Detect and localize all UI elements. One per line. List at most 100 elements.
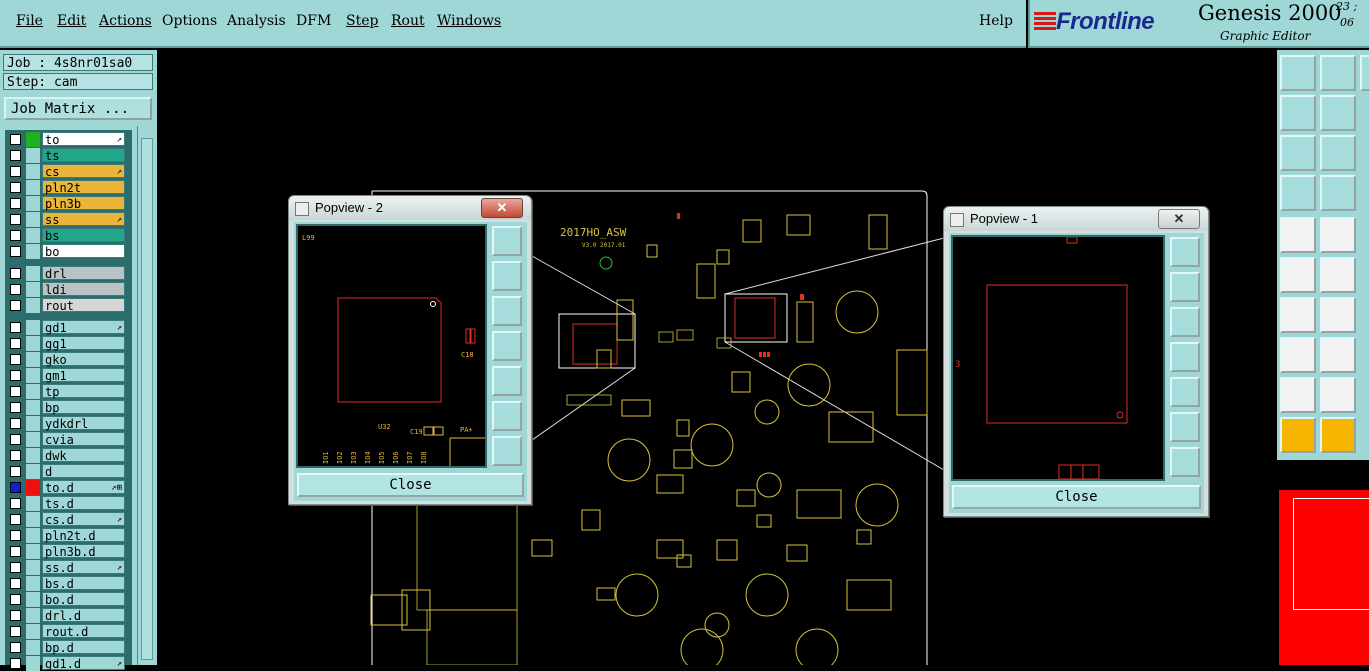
layer-name[interactable]: bs.d [42, 576, 125, 591]
line-tool-icon[interactable] [1320, 217, 1356, 253]
layer-checkbox[interactable] [10, 466, 21, 477]
menu-rout[interactable]: Rout [391, 13, 425, 29]
layer-checkbox[interactable] [10, 386, 21, 397]
layer-name[interactable]: tp [42, 384, 125, 399]
pan-down-icon[interactable] [1320, 55, 1356, 91]
layer-row-gm1[interactable]: gm1 [7, 368, 129, 383]
layer-row-pln3b-d[interactable]: pln3b.d [7, 544, 129, 559]
pad-icon[interactable] [1280, 337, 1316, 373]
layer-checkbox[interactable] [10, 626, 21, 637]
zoom-fit-icon[interactable] [1170, 237, 1200, 267]
layer-color-swatch[interactable] [26, 352, 40, 367]
layer-color-swatch[interactable] [26, 576, 40, 591]
layer-checkbox[interactable] [10, 370, 21, 381]
layer-color-swatch[interactable] [26, 212, 40, 227]
layer-name[interactable]: to.d ↗⊞ [42, 480, 125, 495]
layer-color-swatch[interactable] [26, 496, 40, 511]
zoom-out-icon[interactable] [1170, 447, 1200, 477]
layer-checkbox[interactable] [10, 402, 21, 413]
layer-row-rout-d[interactable]: rout.d [7, 624, 129, 639]
layer-row-gko[interactable]: gko [7, 352, 129, 367]
layer-checkbox[interactable] [10, 134, 21, 145]
layer-checkbox[interactable] [10, 198, 21, 209]
layer-name[interactable]: ldi [42, 282, 125, 297]
layer-row-d[interactable]: d [7, 464, 129, 479]
zoom-out-icon[interactable] [492, 436, 522, 466]
popview-1-close-button[interactable]: Close [952, 485, 1201, 509]
layer-row-bs-d[interactable]: bs.d [7, 576, 129, 591]
layer-color-swatch[interactable] [26, 592, 40, 607]
layer-color-swatch[interactable] [26, 624, 40, 639]
connect-icon[interactable] [1280, 257, 1316, 293]
layer-color-swatch[interactable] [26, 244, 40, 259]
layer-row-drl[interactable]: drl [7, 266, 129, 281]
layer-checkbox[interactable] [10, 658, 21, 669]
layer-row-to-d[interactable]: to.d ↗⊞ [7, 480, 129, 495]
menu-options[interactable]: Options [162, 13, 217, 29]
pointer-select-icon[interactable] [1320, 417, 1356, 453]
layer-name[interactable]: gg1 [42, 336, 125, 351]
layer-checkbox[interactable] [10, 594, 21, 605]
layer-checkbox[interactable] [10, 418, 21, 429]
layer-row-to[interactable]: to ↗ [7, 132, 129, 147]
layer-checkbox[interactable] [10, 284, 21, 295]
layer-row-cs-d[interactable]: cs.d ↗ [7, 512, 129, 527]
layer-color-swatch[interactable] [26, 336, 40, 351]
triangle-alt-icon[interactable] [1320, 377, 1356, 413]
layer-color-swatch[interactable] [26, 432, 40, 447]
layer-checkbox[interactable] [10, 498, 21, 509]
layer-row-bp[interactable]: bp [7, 400, 129, 415]
layer-color-swatch[interactable] [26, 164, 40, 179]
layer-color-swatch[interactable] [26, 368, 40, 383]
layer-name[interactable]: ss ↗ [42, 212, 125, 227]
layer-row-gd1-d[interactable]: gd1.d ↗ [7, 656, 129, 671]
menu-help[interactable]: Help [979, 13, 1013, 29]
layer-color-swatch[interactable] [26, 544, 40, 559]
layer-name[interactable]: ss.d ↗ [42, 560, 125, 575]
layer-checkbox[interactable] [10, 182, 21, 193]
layer-color-swatch[interactable] [26, 320, 40, 335]
layer-color-swatch[interactable] [26, 416, 40, 431]
layer-checkbox[interactable] [10, 214, 21, 225]
layer-list-scrollbar[interactable] [137, 126, 155, 665]
layer-name[interactable]: drl [42, 266, 125, 281]
layer-color-swatch[interactable] [26, 148, 40, 163]
popview-2-close-button[interactable]: Close [297, 473, 524, 497]
layer-checkbox[interactable] [10, 268, 21, 279]
layer-checkbox[interactable] [10, 482, 21, 493]
layer-color-swatch[interactable] [26, 608, 40, 623]
layer-row-pln3b[interactable]: pln3b [7, 196, 129, 211]
menu-actions[interactable]: Actions [99, 13, 152, 29]
layer-checkbox[interactable] [10, 300, 21, 311]
layer-color-swatch[interactable] [26, 132, 40, 147]
scrollbar-thumb[interactable] [141, 138, 153, 660]
zoom-home-icon[interactable] [1280, 55, 1316, 91]
pan-up-icon[interactable] [1170, 272, 1200, 302]
layer-name[interactable]: cs.d ↗ [42, 512, 125, 527]
layer-row-ydkdrl[interactable]: ydkdrl [7, 416, 129, 431]
layer-color-swatch[interactable] [26, 640, 40, 655]
layer-color-swatch[interactable] [26, 228, 40, 243]
layer-name[interactable]: gko [42, 352, 125, 367]
layer-name[interactable]: bo.d [42, 592, 125, 607]
layer-row-ldi[interactable]: ldi [7, 282, 129, 297]
layer-checkbox[interactable] [10, 338, 21, 349]
pan-right-icon[interactable] [1170, 377, 1200, 407]
zoom-in-icon[interactable] [492, 401, 522, 431]
layer-name[interactable]: bp.d [42, 640, 125, 655]
layer-name[interactable]: pln2t [42, 180, 125, 195]
layer-color-swatch[interactable] [26, 448, 40, 463]
layer-name[interactable]: pln3b.d [42, 544, 125, 559]
layer-checkbox[interactable] [10, 230, 21, 241]
triangle-icon[interactable] [1280, 377, 1316, 413]
menu-edit[interactable]: Edit [57, 13, 86, 29]
layer-checkbox[interactable] [10, 434, 21, 445]
zoom-out-icon[interactable] [1320, 135, 1356, 171]
layer-color-swatch[interactable] [26, 560, 40, 575]
toolbar-overflow-icon[interactable] [1360, 55, 1369, 91]
layer-checkbox[interactable] [10, 322, 21, 333]
layer-row-bp-d[interactable]: bp.d [7, 640, 129, 655]
layer-row-rout[interactable]: rout [7, 298, 129, 313]
layer-color-swatch[interactable] [26, 180, 40, 195]
pan-right-icon[interactable] [1320, 95, 1356, 131]
